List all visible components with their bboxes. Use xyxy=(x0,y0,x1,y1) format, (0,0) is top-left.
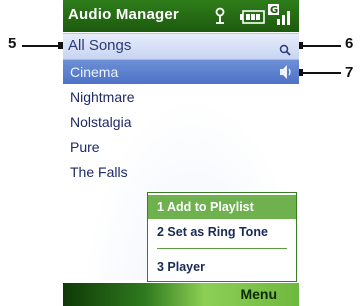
menu-item-label: 1 Add to Playlist xyxy=(157,200,254,214)
title-bar: Audio Manager G xyxy=(63,0,299,32)
callout-5: 5 xyxy=(8,35,17,52)
menu-item-player[interactable]: 3 Player xyxy=(148,255,296,279)
song-title: The Falls xyxy=(70,164,128,180)
category-label: All Songs xyxy=(68,37,132,54)
softkey-bar: Menu xyxy=(63,283,299,306)
battery-icon xyxy=(239,9,265,28)
app-title: Audio Manager xyxy=(68,6,179,23)
song-row-nightmare[interactable]: Nightmare xyxy=(63,85,299,109)
song-row-cinema[interactable]: Cinema xyxy=(63,60,299,84)
signal-icon: G xyxy=(267,3,293,31)
menu-item-label: 2 Set as Ring Tone xyxy=(157,225,268,239)
menu-separator xyxy=(157,248,287,249)
callout-6-line xyxy=(298,45,341,47)
song-title: Cinema xyxy=(70,64,119,80)
song-row-pure[interactable]: Pure xyxy=(63,135,299,159)
context-menu: 1 Add to Playlist 2 Set as Ring Tone 3 P… xyxy=(147,192,297,282)
song-title: Pure xyxy=(70,139,100,155)
speaker-icon xyxy=(279,64,293,83)
callout-5-line xyxy=(22,45,62,47)
song-row-nolstalgia[interactable]: Nolstalgia xyxy=(63,110,299,134)
menu-item-set-as-ring-tone[interactable]: 2 Set as Ring Tone xyxy=(148,220,296,244)
svg-text:G: G xyxy=(270,5,278,16)
menu-item-label: 3 Player xyxy=(157,260,205,274)
song-title: Nightmare xyxy=(70,89,135,105)
antenna-icon xyxy=(213,7,227,29)
menu-softkey[interactable]: Menu xyxy=(240,286,277,302)
callout-7-line xyxy=(298,72,341,74)
song-row-the-falls[interactable]: The Falls xyxy=(63,160,299,184)
category-bar[interactable]: All Songs xyxy=(63,33,299,60)
search-icon[interactable] xyxy=(279,41,291,60)
callout-6: 6 xyxy=(345,35,354,52)
callout-7: 7 xyxy=(345,64,354,81)
menu-item-add-to-playlist[interactable]: 1 Add to Playlist xyxy=(148,195,296,219)
song-title: Nolstalgia xyxy=(70,114,132,130)
device-screen: Audio Manager G All Songs Cinema Nightma… xyxy=(63,0,299,306)
